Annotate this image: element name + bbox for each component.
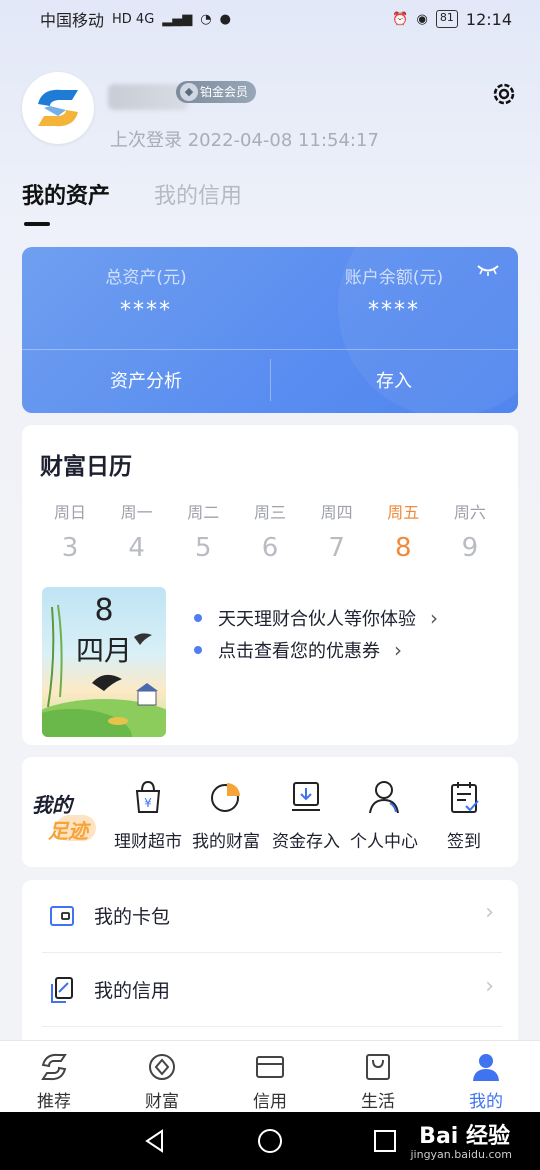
deposit-icon	[292, 782, 320, 811]
link-wealth-partner[interactable]: 天天理财合伙人等你体验 ›	[194, 605, 438, 631]
bottom-tab-bar: 推荐 财富 信用 生活 我的	[0, 1040, 540, 1112]
bullet-dot	[194, 614, 202, 622]
settings-button[interactable]	[488, 78, 520, 110]
footprint-logo: 我的 足迹	[28, 789, 106, 845]
day-sat[interactable]: 周六 9	[438, 499, 502, 563]
menu-list: 我的卡包 › 我的信用 ›	[22, 880, 518, 1050]
recents-icon[interactable]	[372, 1128, 398, 1154]
day-sun[interactable]: 周日 3	[38, 499, 102, 563]
baidu-watermark: Bai 经验	[419, 1124, 510, 1149]
home-logo-icon	[41, 1053, 67, 1081]
shortcut-checkin[interactable]: 签到	[424, 779, 504, 852]
link-coupons[interactable]: 点击查看您的优惠券 ›	[194, 637, 402, 663]
week-strip: 周日 3 周一 4 周二 5 周三 6 周四 7 周五 8 周六 9	[38, 499, 502, 563]
svg-text:¥: ¥	[144, 796, 152, 810]
nav-recommend[interactable]: 推荐	[0, 1041, 108, 1112]
illustration-day: 8	[94, 593, 114, 628]
footprint-card: 我的 足迹 ¥ 理财超市 我的财富 资金存入 个人中心 签到	[22, 757, 518, 867]
day-thu[interactable]: 周四 7	[305, 499, 369, 563]
eye-closed-icon[interactable]	[476, 263, 500, 277]
baidu-watermark-url: jingyan.baidu.com	[410, 1148, 512, 1161]
shortcut-personal-center[interactable]: 个人中心	[344, 779, 424, 852]
bullet-dot	[194, 646, 202, 654]
chevron-right-icon: ›	[394, 638, 402, 662]
wealth-calendar-card: 财富日历 周日 3 周一 4 周二 5 周三 6 周四 7 周五 8 周六 9	[22, 425, 518, 745]
wifi-icon: ◔	[200, 11, 212, 27]
total-assets: 总资产(元) ****	[22, 263, 270, 323]
user-icon	[473, 1054, 499, 1081]
chevron-right-icon: ›	[430, 606, 438, 630]
pie-chart-icon	[211, 783, 240, 812]
asset-card: 总资产(元) **** 账户余额(元) **** 资产分析 存入	[22, 247, 518, 413]
shortcut-my-wealth[interactable]: 我的财富	[186, 779, 266, 852]
shortcut-wealth-market[interactable]: ¥ 理财超市	[108, 779, 188, 852]
shopping-bag-icon: ¥	[135, 780, 161, 813]
day-fri-today[interactable]: 周五 8	[371, 499, 435, 563]
location-icon: ◉	[416, 11, 428, 27]
tab-underline	[24, 222, 50, 226]
account-balance-value: ****	[368, 298, 420, 323]
alarm-icon: ⏰	[392, 11, 409, 27]
day-mon[interactable]: 周一 4	[105, 499, 169, 563]
total-assets-label: 总资产(元)	[105, 268, 187, 288]
back-icon[interactable]	[142, 1128, 168, 1154]
bag-icon	[366, 1054, 390, 1080]
credit-icon	[51, 977, 73, 1003]
home-icon[interactable]	[257, 1128, 283, 1154]
bank-logo-icon	[38, 89, 78, 127]
menu-item-card-wallet[interactable]: 我的卡包 ›	[42, 880, 502, 952]
nav-mine[interactable]: 我的	[432, 1041, 540, 1112]
tab-my-assets[interactable]: 我的资产	[22, 178, 110, 210]
message-icon: ●	[219, 11, 231, 27]
network-indicator: HD 4G	[112, 11, 155, 27]
calendar-illustration[interactable]: 8 四月	[42, 587, 166, 737]
day-tue[interactable]: 周二 5	[171, 499, 235, 563]
chevron-right-icon: ›	[485, 974, 494, 999]
member-badge-label: 铂金会员	[200, 85, 249, 99]
clock: 12:14	[465, 9, 512, 29]
last-login-time: 上次登录 2022-04-08 11:54:17	[110, 130, 379, 151]
battery-indicator: 81	[435, 10, 458, 28]
diamond-icon: ◆	[180, 83, 198, 101]
person-icon	[369, 781, 399, 814]
nav-credit[interactable]: 信用	[216, 1041, 324, 1112]
total-assets-value: ****	[120, 298, 172, 323]
checkin-icon	[451, 782, 479, 813]
wealth-calendar-title: 财富日历	[40, 454, 132, 480]
nav-life[interactable]: 生活	[324, 1041, 432, 1112]
gear-icon	[493, 83, 515, 105]
wallet-icon	[50, 906, 74, 926]
menu-item-my-credit[interactable]: 我的信用 ›	[42, 954, 502, 1026]
status-bar: 中国移动 HD 4G ▂▄▆ ◔ ● ⏰ ◉ 81 12:14	[0, 0, 540, 38]
signal-icon: ▂▄▆	[162, 11, 193, 27]
nav-wealth[interactable]: 财富	[108, 1041, 216, 1112]
chevron-right-icon: ›	[485, 900, 494, 925]
tab-my-credit[interactable]: 我的信用	[154, 178, 242, 210]
avatar[interactable]	[22, 72, 94, 144]
day-wed[interactable]: 周三 6	[238, 499, 302, 563]
member-badge[interactable]: ◆ 铂金会员	[176, 81, 257, 103]
illustration-month: 四月	[75, 634, 132, 667]
deposit-button[interactable]: 存入	[270, 350, 518, 413]
card-icon	[256, 1056, 284, 1078]
wealth-icon	[149, 1054, 175, 1080]
profile-header: ◆ 铂金会员 上次登录 2022-04-08 11:54:17	[22, 70, 522, 160]
asset-analysis-button[interactable]: 资产分析	[22, 350, 270, 413]
shortcut-deposit-funds[interactable]: 资金存入	[266, 779, 346, 852]
carrier-name: 中国移动	[40, 11, 105, 30]
